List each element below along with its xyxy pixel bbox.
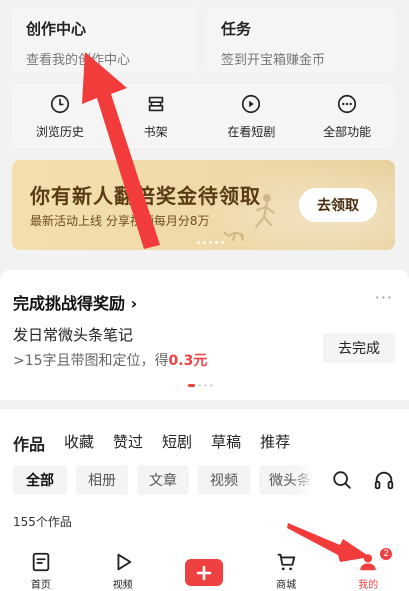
tabbar-profile[interactable]: 2 我的	[327, 545, 409, 591]
shortcut-short-drama-label: 在看短剧	[227, 124, 276, 139]
shortcut-bookshelf-label: 书架	[143, 124, 168, 139]
challenge-task-title: 发日常微头条笔记	[13, 326, 134, 344]
banner-title: 你有新人翻倍奖金待领取	[30, 184, 261, 208]
cart-icon	[278, 553, 296, 571]
shortcut-all-features[interactable]: 全部功能	[299, 84, 395, 148]
challenge-reward: 0.3元	[168, 353, 208, 369]
tabbar-home-label: 首页	[30, 580, 51, 591]
history-clock-icon	[50, 94, 69, 113]
tabbar-publish[interactable]	[164, 545, 246, 591]
task-subtitle: 签到开宝箱赚金币	[221, 53, 326, 68]
task-card[interactable]: 任务 签到开宝箱赚金币	[207, 6, 395, 74]
challenge-heading[interactable]: 完成挑战得奖励 ›	[13, 290, 137, 314]
tabbar-home[interactable]: 首页	[0, 545, 82, 591]
shortcut-short-drama[interactable]: 在看短剧	[204, 84, 300, 148]
banner-pager	[197, 241, 224, 244]
bottom-tab-bar: 首页 视频 商城 2 我的	[0, 545, 409, 591]
challenge-task-desc: >15字且带图和定位，得0.3元	[13, 350, 207, 370]
shortcut-bookshelf[interactable]: 书架	[108, 84, 204, 148]
shortcut-history[interactable]: 浏览历史	[12, 84, 108, 148]
shortcut-all-features-label: 全部功能	[323, 124, 372, 139]
creator-center-title: 创作中心	[26, 20, 87, 38]
filter-micro-post[interactable]: 微头条	[259, 465, 314, 495]
filter-article[interactable]: 文章	[137, 465, 189, 495]
home-icon	[32, 552, 50, 572]
publish-plus-icon	[185, 559, 224, 586]
filter-all[interactable]: 全部	[13, 465, 67, 495]
play-circle-icon	[242, 94, 261, 113]
tab-recommend[interactable]: 推荐	[260, 431, 290, 455]
shortcut-row: 浏览历史 书架 在看短剧 全部功能	[12, 84, 395, 148]
tab-favorites[interactable]: 收藏	[64, 431, 94, 455]
challenge-pager	[188, 384, 213, 387]
tab-works[interactable]: 作品	[13, 431, 45, 455]
tab-short-drama[interactable]: 短剧	[162, 431, 192, 455]
more-dots-icon	[338, 94, 357, 113]
creator-center-subtitle: 查看我的创作中心	[26, 53, 131, 68]
challenge-desc-text: >15字且带图和定位，得	[13, 353, 169, 369]
filter-video[interactable]: 视频	[198, 465, 250, 495]
tabbar-video-label: 视频	[112, 580, 133, 591]
profile-icon	[360, 554, 376, 571]
works-filters: 全部 相册 文章 视频 微头条	[13, 465, 323, 495]
claim-bonus-button[interactable]: 去领取	[299, 188, 377, 222]
complete-task-button[interactable]: 去完成	[323, 333, 395, 363]
search-icon[interactable]	[331, 469, 353, 491]
works-tabs: 作品 收藏 赞过 短剧 草稿 推荐	[13, 431, 309, 455]
headphones-icon[interactable]	[373, 469, 395, 491]
task-title: 任务	[221, 20, 252, 38]
challenge-more-icon[interactable]: ···	[375, 288, 393, 307]
tabbar-mall-label: 商城	[276, 580, 297, 591]
new-user-bonus-banner[interactable]: 你有新人翻倍奖金待领取 最新活动上线 分享视频每月分8万 去领取	[12, 160, 395, 250]
tab-drafts[interactable]: 草稿	[211, 431, 241, 455]
challenge-card: 完成挑战得奖励 › ··· 发日常微头条笔记 >15字且带图和定位，得0.3元 …	[0, 270, 409, 400]
works-count: 155个作品	[13, 515, 72, 529]
tabbar-profile-label: 我的	[358, 580, 379, 591]
tabbar-video[interactable]: 视频	[82, 545, 164, 591]
bookshelf-icon	[148, 96, 163, 111]
top-cards: 创作中心 查看我的创作中心 任务 签到开宝箱赚金币	[0, 0, 409, 80]
tabbar-mall[interactable]: 商城	[245, 545, 327, 591]
creator-center-card[interactable]: 创作中心 查看我的创作中心	[12, 6, 199, 74]
banner-subtitle: 最新活动上线 分享视频每月分8万	[30, 214, 210, 228]
tab-liked[interactable]: 赞过	[113, 431, 143, 455]
video-play-icon	[117, 553, 131, 571]
shortcut-history-label: 浏览历史	[35, 124, 84, 139]
filter-album[interactable]: 相册	[76, 465, 128, 495]
profile-badge: 2	[379, 547, 394, 561]
